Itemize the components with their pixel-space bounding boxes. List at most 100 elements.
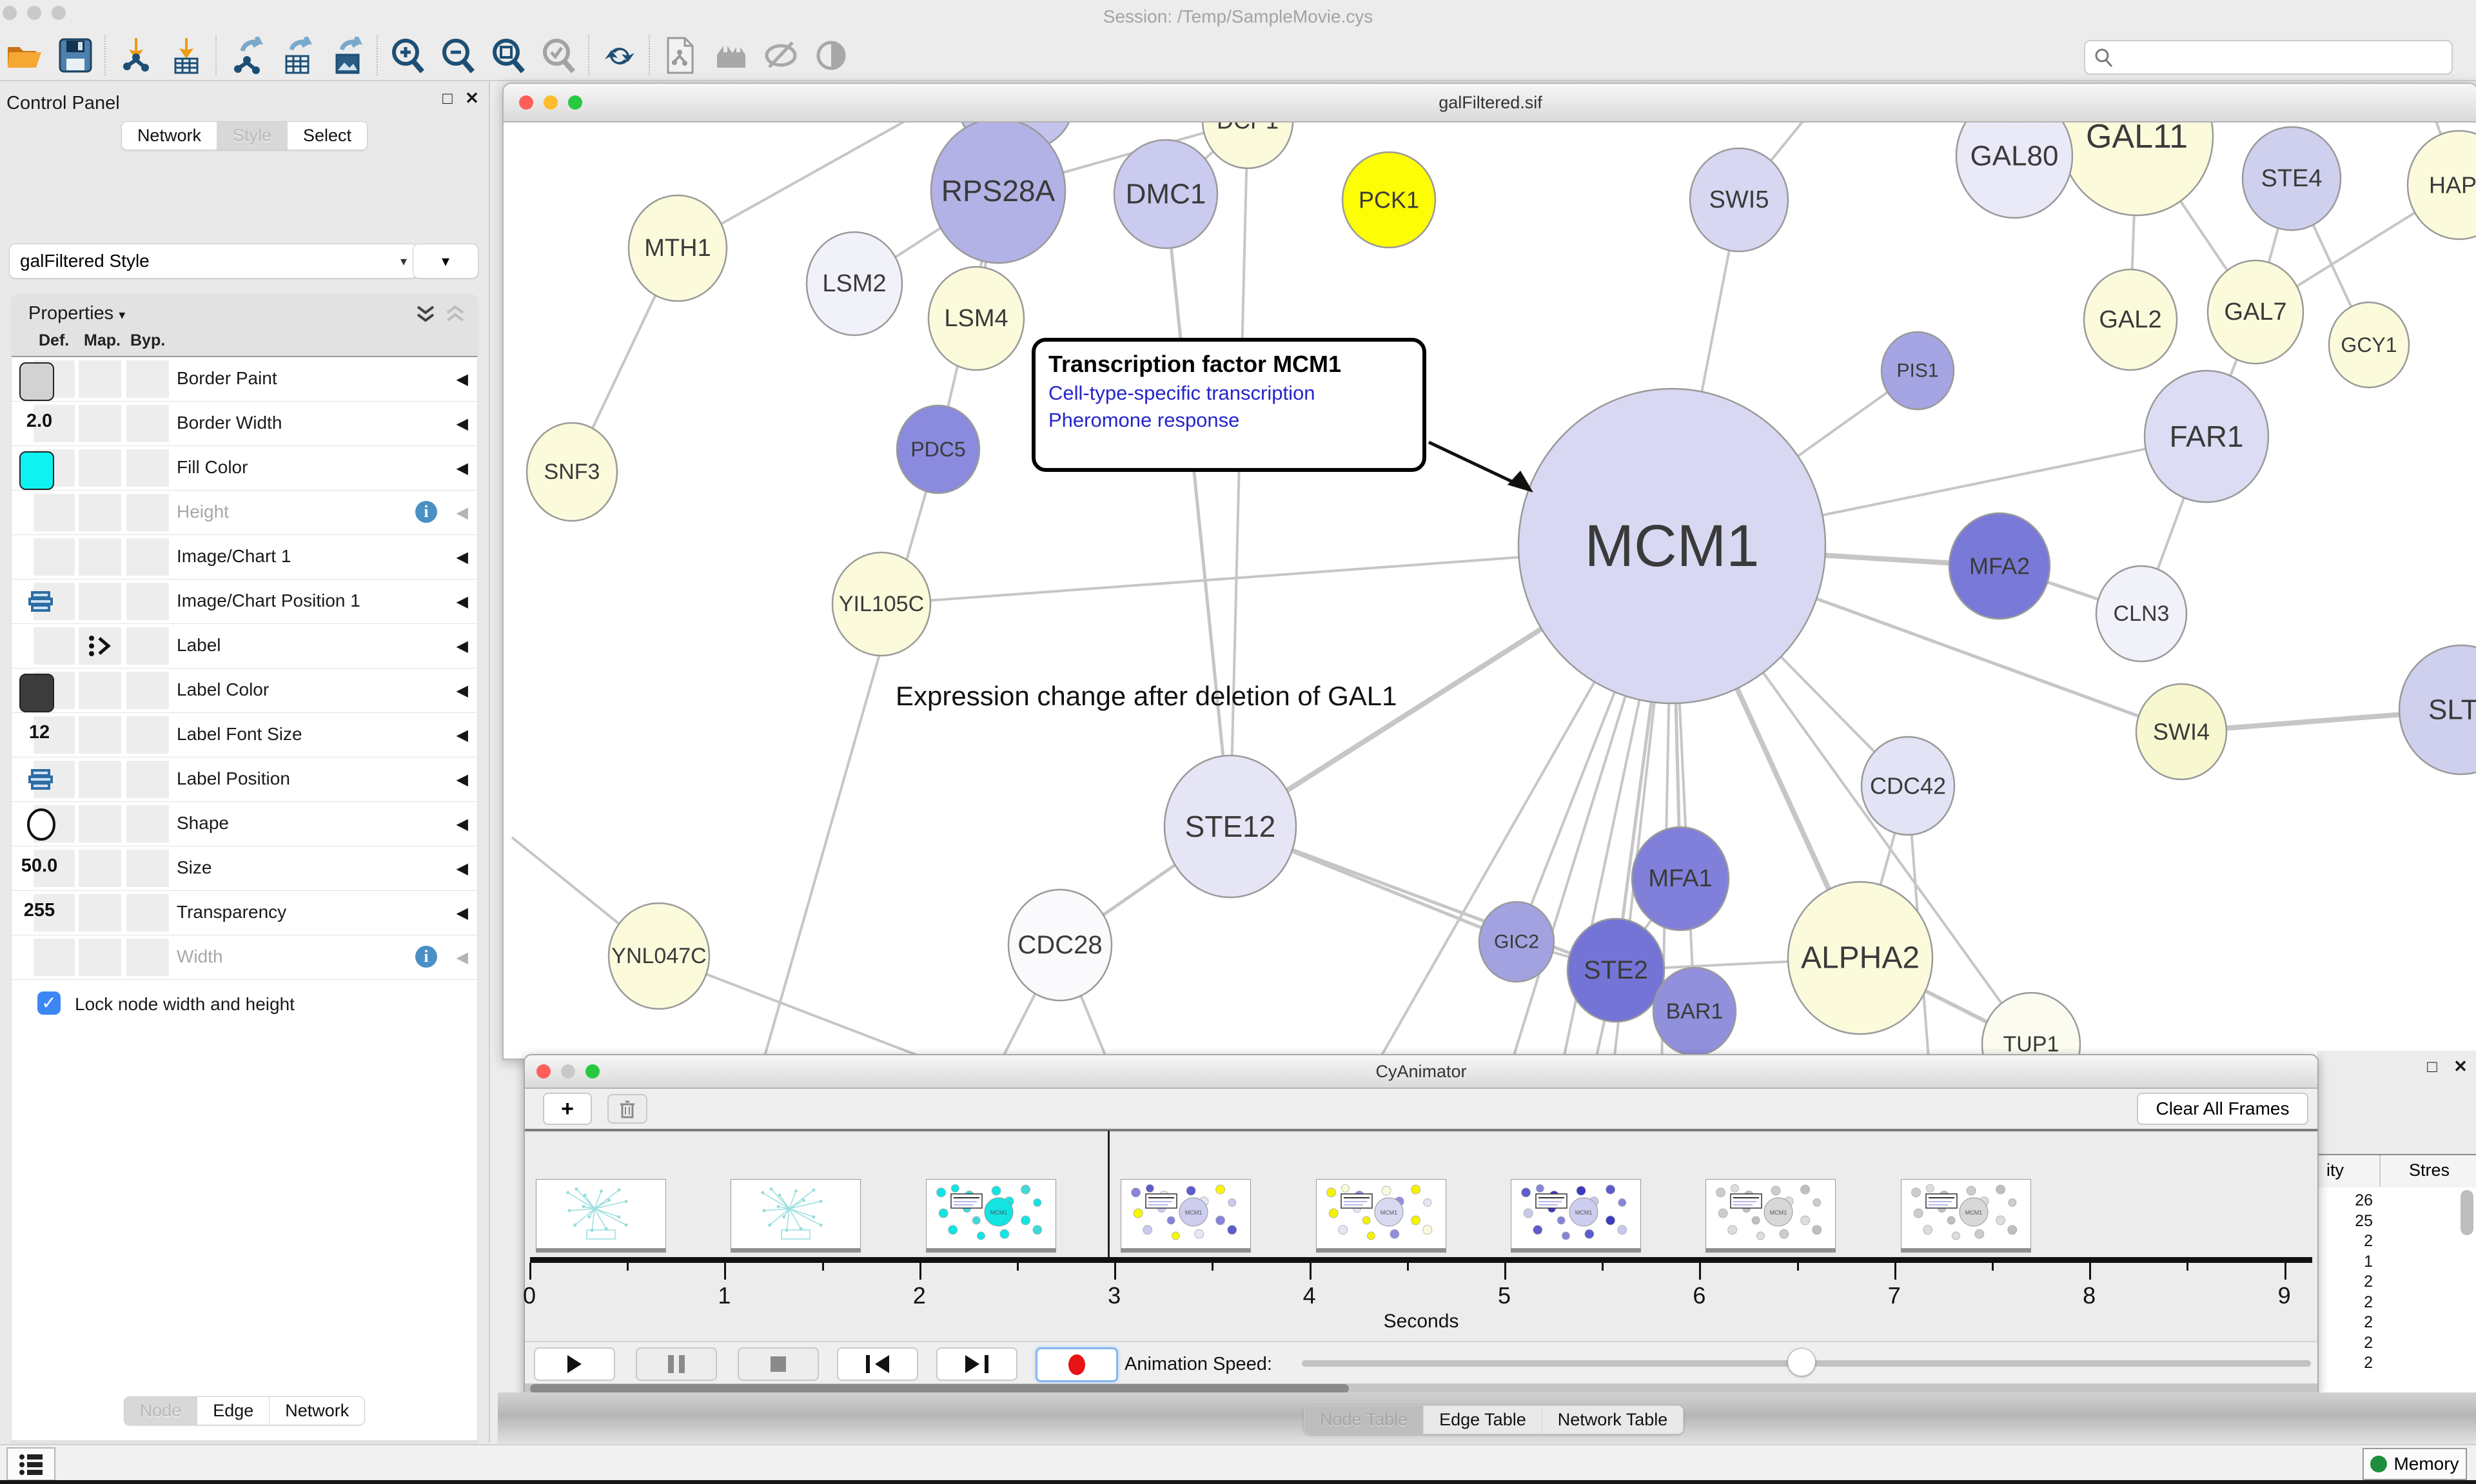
import-network-icon[interactable]	[111, 35, 161, 76]
byp-cell[interactable]	[126, 939, 169, 976]
map-cell[interactable]	[79, 850, 121, 887]
default-swatch[interactable]	[19, 674, 54, 712]
tab-node-table[interactable]: Node Table	[1304, 1406, 1423, 1434]
stop-button[interactable]	[738, 1347, 819, 1381]
network-snapshot-icon[interactable]	[655, 35, 705, 76]
expand-row-icon[interactable]: ◀	[457, 459, 468, 478]
add-frame-button[interactable]: +	[543, 1093, 592, 1125]
byp-cell[interactable]	[126, 761, 169, 798]
tab-network-bottom[interactable]: Network	[269, 1397, 364, 1425]
byp-cell[interactable]	[126, 805, 169, 843]
default-swatch[interactable]	[19, 451, 54, 490]
frame-thumbnail-2[interactable]: MCM1	[926, 1179, 1056, 1249]
expand-all-icon[interactable]	[414, 304, 437, 326]
info-icon[interactable]: i	[415, 946, 437, 968]
map-cell[interactable]	[79, 360, 121, 398]
style-options-button[interactable]: ▾	[413, 244, 478, 278]
frame-thumbnail-1[interactable]	[731, 1179, 861, 1249]
node-STE12[interactable]: STE12	[1164, 756, 1296, 897]
node-GAL2[interactable]: GAL2	[2084, 269, 2177, 370]
byp-cell[interactable]	[126, 627, 169, 665]
zoom-fit-icon[interactable]	[484, 35, 534, 76]
mcm1-annotation[interactable]: Transcription factor MCM1 Cell-type-spec…	[1032, 338, 1426, 472]
byp-cell[interactable]	[126, 672, 169, 709]
cyanimator-titlebar[interactable]: CyAnimator	[525, 1055, 2317, 1089]
map-cell[interactable]	[79, 538, 121, 576]
delete-frame-button[interactable]	[607, 1094, 647, 1124]
close-panel-icon[interactable]: ✕	[464, 90, 480, 106]
property-row[interactable]: Label◀	[12, 624, 477, 669]
property-row[interactable]: iWidth◀	[12, 935, 477, 980]
open-session-icon[interactable]	[0, 35, 50, 76]
byp-cell[interactable]	[126, 538, 169, 576]
property-row[interactable]: Image/Chart Position 1◀	[12, 580, 477, 624]
property-row[interactable]: iHeight◀	[12, 491, 477, 535]
refresh-layout-icon[interactable]	[594, 35, 645, 76]
byp-cell[interactable]	[126, 850, 169, 887]
zoom-selected-icon[interactable]	[534, 35, 584, 76]
node-LSM2[interactable]: LSM2	[807, 232, 902, 335]
node-GIC2[interactable]: GIC2	[1479, 902, 1554, 982]
node-GAL11[interactable]: GAL11	[2061, 122, 2213, 215]
play-button[interactable]	[534, 1347, 615, 1381]
node-CDC42[interactable]: CDC42	[1862, 737, 1954, 835]
node-GCY1[interactable]: GCY1	[2329, 302, 2409, 387]
node-HAP2[interactable]: HAP2	[2408, 131, 2476, 239]
hide-graphics-details-icon[interactable]	[756, 35, 806, 76]
export-network-icon[interactable]	[222, 35, 272, 76]
node-BAR1[interactable]: BAR1	[1653, 968, 1736, 1055]
frame-thumbnail-5[interactable]: MCM1	[1511, 1179, 1641, 1249]
byp-cell[interactable]	[126, 360, 169, 398]
memory-button[interactable]: Memory	[2363, 1448, 2467, 1480]
map-cell[interactable]	[79, 716, 121, 754]
node-RPS28A[interactable]: RPS28A	[931, 122, 1065, 263]
def-cell[interactable]	[34, 627, 75, 665]
pause-button[interactable]	[636, 1347, 717, 1381]
map-cell[interactable]	[79, 405, 121, 442]
property-row[interactable]: Shape◀	[12, 802, 477, 846]
birdseye-view-icon[interactable]	[705, 35, 756, 76]
default-swatch[interactable]	[19, 362, 54, 401]
property-row[interactable]: 2.0Border Width◀	[12, 402, 477, 446]
node-LSM4[interactable]: LSM4	[928, 267, 1024, 370]
animator-hscroll-thumb[interactable]	[530, 1384, 1349, 1393]
expand-row-icon[interactable]: ◀	[457, 681, 468, 700]
property-row[interactable]: 12Label Font Size◀	[12, 713, 477, 757]
expand-row-icon[interactable]: ◀	[457, 548, 468, 567]
property-row[interactable]: Fill Color◀	[12, 446, 477, 491]
property-row[interactable]: 50.0Size◀	[12, 846, 477, 891]
byp-cell[interactable]	[126, 716, 169, 754]
default-value[interactable]: 2.0	[12, 411, 67, 432]
style-selector[interactable]: galFiltered Style ▾	[9, 244, 418, 278]
timeline-playhead[interactable]	[1108, 1131, 1110, 1257]
map-cell[interactable]	[79, 805, 121, 843]
frame-thumbnail-6[interactable]: MCM1	[1705, 1179, 1836, 1249]
node-SWI4[interactable]: SWI4	[2136, 684, 2226, 779]
expand-row-icon[interactable]: ◀	[457, 815, 468, 834]
export-table-icon[interactable]	[272, 35, 322, 76]
info-icon[interactable]: i	[415, 501, 437, 523]
node-PIS1[interactable]: PIS1	[1882, 332, 1954, 409]
byp-cell[interactable]	[126, 894, 169, 932]
node-SWI5[interactable]: SWI5	[1690, 148, 1788, 251]
node-MFA1[interactable]: MFA1	[1632, 827, 1729, 930]
property-row[interactable]: Border Paint◀	[12, 357, 477, 402]
tab-node[interactable]: Node	[124, 1397, 197, 1425]
tab-network-table[interactable]: Network Table	[1542, 1406, 1684, 1434]
network-window-titlebar[interactable]: galFiltered.sif	[504, 84, 2476, 122]
record-button[interactable]	[1036, 1347, 1118, 1382]
frame-thumbnail-0[interactable]	[536, 1179, 666, 1249]
tab-network[interactable]: Network	[122, 122, 217, 150]
node-ALPHA2[interactable]: ALPHA2	[1788, 882, 1932, 1034]
clear-all-frames-button[interactable]: Clear All Frames	[2137, 1093, 2308, 1125]
tab-edge[interactable]: Edge	[197, 1397, 269, 1425]
map-cell[interactable]	[79, 672, 121, 709]
float-table-icon[interactable]: □	[2424, 1059, 2440, 1074]
default-value[interactable]: 255	[12, 900, 67, 921]
expand-row-icon[interactable]: ◀	[457, 770, 468, 789]
tab-edge-table[interactable]: Edge Table	[1423, 1406, 1542, 1434]
collapse-all-icon[interactable]	[444, 304, 467, 326]
node-DMC1[interactable]: DMC1	[1114, 140, 1217, 248]
map-cell[interactable]	[79, 761, 121, 798]
expand-row-icon[interactable]: ◀	[457, 859, 468, 878]
